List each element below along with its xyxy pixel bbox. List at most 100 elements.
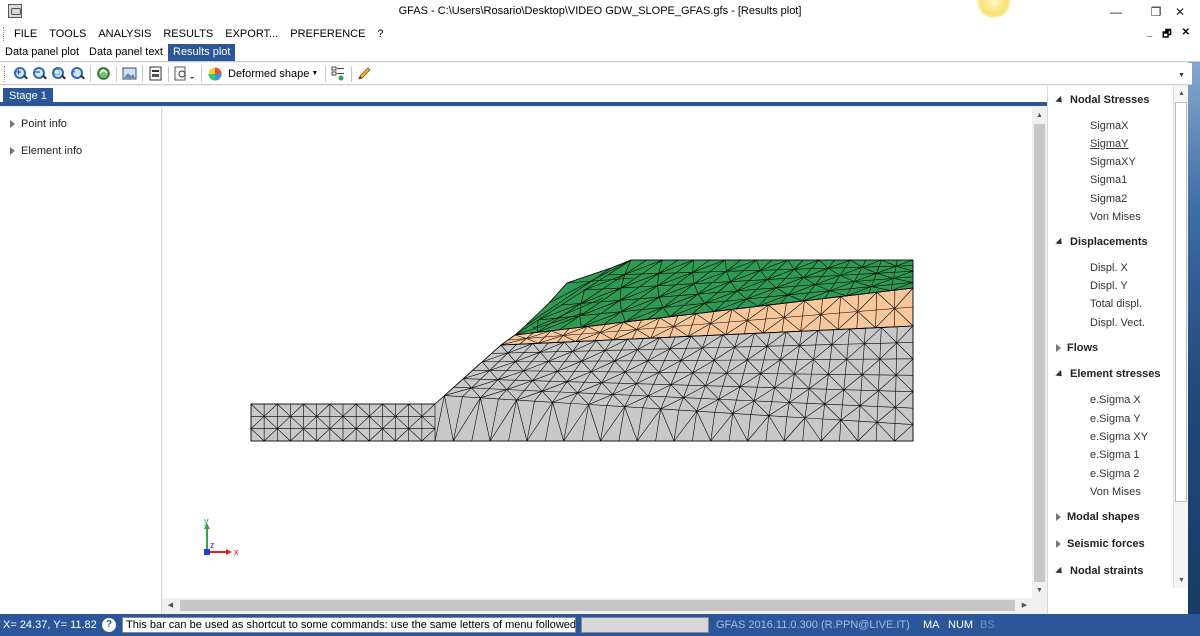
status-bar: X= 24.37, Y= 11.82 ? This bar can be use… bbox=[0, 614, 1200, 636]
group-element-stresses[interactable]: Element stresses bbox=[1055, 368, 1161, 380]
menu-analysis[interactable]: ANALYSIS bbox=[92, 28, 157, 40]
group-flows[interactable]: Flows bbox=[1056, 342, 1098, 354]
collapse-arrow-icon bbox=[1055, 237, 1065, 247]
expand-arrow-icon bbox=[10, 147, 15, 155]
scroll-up-icon[interactable]: ▲ bbox=[1174, 86, 1189, 101]
cursor-coordinates: X= 24.37, Y= 11.82 bbox=[3, 619, 97, 631]
result-sigmay[interactable]: SigmaY bbox=[1090, 138, 1129, 150]
display-mode-label: Deformed shape bbox=[228, 67, 310, 80]
display-mode-dropdown[interactable]: Deformed shape ▼ bbox=[224, 68, 322, 80]
group-nodal-stresses[interactable]: Nodal Stresses bbox=[1055, 94, 1149, 106]
point-info-label: Point info bbox=[21, 118, 67, 130]
scroll-thumb[interactable] bbox=[1175, 102, 1187, 502]
expand-arrow-icon bbox=[1056, 344, 1061, 352]
bs-indicator: BS bbox=[980, 619, 995, 631]
scroll-down-icon[interactable]: ▼ bbox=[1032, 583, 1047, 598]
fem-mesh[interactable] bbox=[163, 108, 1032, 598]
axis-z-label: z bbox=[210, 540, 215, 550]
menu-export[interactable]: EXPORT... bbox=[219, 28, 284, 40]
group-modal-shapes[interactable]: Modal shapes bbox=[1056, 511, 1140, 523]
result-sigmaxy[interactable]: SigmaXY bbox=[1090, 156, 1136, 168]
result-total-displ[interactable]: Total displ. bbox=[1090, 298, 1142, 310]
expand-arrow-icon bbox=[1056, 513, 1061, 521]
point-info-item[interactable]: Point info bbox=[10, 118, 67, 130]
info-panel: Point info Element info bbox=[0, 108, 162, 614]
menu-results[interactable]: RESULTS bbox=[157, 28, 219, 40]
element-info-item[interactable]: Element info bbox=[10, 145, 82, 157]
expand-arrow-icon bbox=[1056, 540, 1061, 548]
menu-file[interactable]: FILE bbox=[8, 28, 43, 40]
result-e-von-mises[interactable]: Von Mises bbox=[1090, 486, 1141, 498]
checklist-icon[interactable] bbox=[329, 65, 348, 83]
toolbar-overflow-icon[interactable]: ▼ bbox=[1178, 72, 1185, 79]
scroll-down-icon[interactable]: ▼ bbox=[1174, 573, 1189, 588]
pencil-icon[interactable] bbox=[355, 65, 374, 83]
mdi-restore-button[interactable]: 🗗 bbox=[1162, 27, 1171, 44]
mesh-region bbox=[250, 325, 914, 442]
tab-data-panel-text[interactable]: Data panel text bbox=[84, 44, 168, 61]
mdi-minimize-button[interactable]: _ bbox=[1147, 27, 1153, 44]
zoom-out-icon[interactable]: − bbox=[30, 65, 49, 83]
canvas-vertical-scrollbar[interactable]: ▲ ▼ bbox=[1032, 108, 1047, 598]
result-e-sigma-1[interactable]: e.Sigma 1 bbox=[1090, 449, 1140, 461]
scroll-thumb[interactable] bbox=[1034, 124, 1045, 582]
version-label: GFAS 2016.11.0.300 (R.PPN@LIVE.IT) bbox=[716, 619, 910, 631]
tab-stage-1[interactable]: Stage 1 bbox=[3, 88, 53, 106]
print-preview-icon[interactable] bbox=[172, 65, 198, 83]
refresh-icon[interactable] bbox=[94, 65, 113, 83]
result-e-sigma-x[interactable]: e.Sigma X bbox=[1090, 394, 1141, 406]
collapse-arrow-icon bbox=[1055, 369, 1065, 379]
close-button[interactable]: ✕ bbox=[1160, 0, 1200, 24]
zoom-window-icon[interactable]: □ bbox=[49, 65, 68, 83]
result-von-mises[interactable]: Von Mises bbox=[1090, 211, 1141, 223]
image-icon[interactable] bbox=[120, 65, 139, 83]
chevron-down-icon: ▼ bbox=[311, 70, 319, 77]
stage-tab-bar: Stage 1 bbox=[0, 86, 1047, 106]
export-icon[interactable] bbox=[146, 65, 165, 83]
collapse-arrow-icon bbox=[1055, 566, 1065, 576]
element-info-label: Element info bbox=[21, 145, 83, 157]
group-displacements[interactable]: Displacements bbox=[1055, 236, 1148, 248]
toolbar: + − □ · Deformed shape ▼ bbox=[0, 63, 1192, 85]
results-panel: Nodal Stresses SigmaX SigmaY SigmaXY Sig… bbox=[1047, 86, 1188, 614]
toolbar-grip[interactable] bbox=[4, 65, 7, 82]
result-sigmax[interactable]: SigmaX bbox=[1090, 120, 1129, 132]
result-displ-x[interactable]: Displ. X bbox=[1090, 262, 1128, 274]
minimize-button[interactable]: — bbox=[1096, 0, 1136, 24]
scroll-thumb[interactable] bbox=[180, 600, 1015, 611]
tab-results-plot[interactable]: Results plot bbox=[168, 44, 236, 61]
panel-tabs: Data panel plot Data panel text Results … bbox=[0, 44, 1200, 62]
result-e-sigma-y[interactable]: e.Sigma Y bbox=[1090, 413, 1141, 425]
zoom-in-icon[interactable]: + bbox=[11, 65, 30, 83]
result-e-sigma-2[interactable]: e.Sigma 2 bbox=[1090, 468, 1140, 480]
window-title: GFAS - C:\Users\Rosario\Desktop\VIDEO GD… bbox=[398, 5, 802, 17]
menu-grip[interactable] bbox=[3, 27, 6, 41]
result-sigma2[interactable]: Sigma2 bbox=[1090, 193, 1127, 205]
tab-data-panel-plot[interactable]: Data panel plot bbox=[0, 44, 84, 61]
menu-bar: FILE TOOLS ANALYSIS RESULTS EXPORT... PR… bbox=[0, 24, 1200, 44]
menu-tools[interactable]: TOOLS bbox=[43, 28, 92, 40]
group-nodal-straints[interactable]: Nodal straints bbox=[1055, 565, 1143, 577]
group-seismic-forces[interactable]: Seismic forces bbox=[1056, 538, 1145, 550]
help-icon[interactable]: ? bbox=[102, 618, 116, 632]
scroll-left-icon[interactable]: ◀ bbox=[163, 598, 178, 613]
color-palette-icon[interactable] bbox=[205, 65, 224, 83]
axis-triad: y z x bbox=[204, 518, 239, 557]
canvas-horizontal-scrollbar[interactable]: ◀ ▶ bbox=[163, 598, 1032, 613]
expand-arrow-icon bbox=[10, 120, 15, 128]
result-displ-vect[interactable]: Displ. Vect. bbox=[1090, 317, 1145, 329]
result-e-sigma-xy[interactable]: e.Sigma XY bbox=[1090, 431, 1148, 443]
zoom-extents-icon[interactable]: · bbox=[68, 65, 87, 83]
scroll-up-icon[interactable]: ▲ bbox=[1032, 108, 1047, 123]
command-bar-input[interactable]: This bar can be used as shortcut to some… bbox=[122, 617, 576, 633]
mdi-close-button[interactable]: ✕ bbox=[1182, 27, 1190, 44]
ma-indicator: MA bbox=[923, 619, 940, 631]
scroll-right-icon[interactable]: ▶ bbox=[1017, 598, 1032, 613]
menu-preference[interactable]: PREFERENCE bbox=[284, 28, 371, 40]
results-panel-scrollbar[interactable]: ▲ ▼ bbox=[1173, 86, 1188, 588]
result-sigma1[interactable]: Sigma1 bbox=[1090, 174, 1127, 186]
result-displ-y[interactable]: Displ. Y bbox=[1090, 280, 1128, 292]
progress-bar bbox=[581, 617, 709, 633]
results-plot-canvas[interactable]: y z x bbox=[163, 108, 1032, 598]
menu-help[interactable]: ? bbox=[371, 28, 389, 40]
